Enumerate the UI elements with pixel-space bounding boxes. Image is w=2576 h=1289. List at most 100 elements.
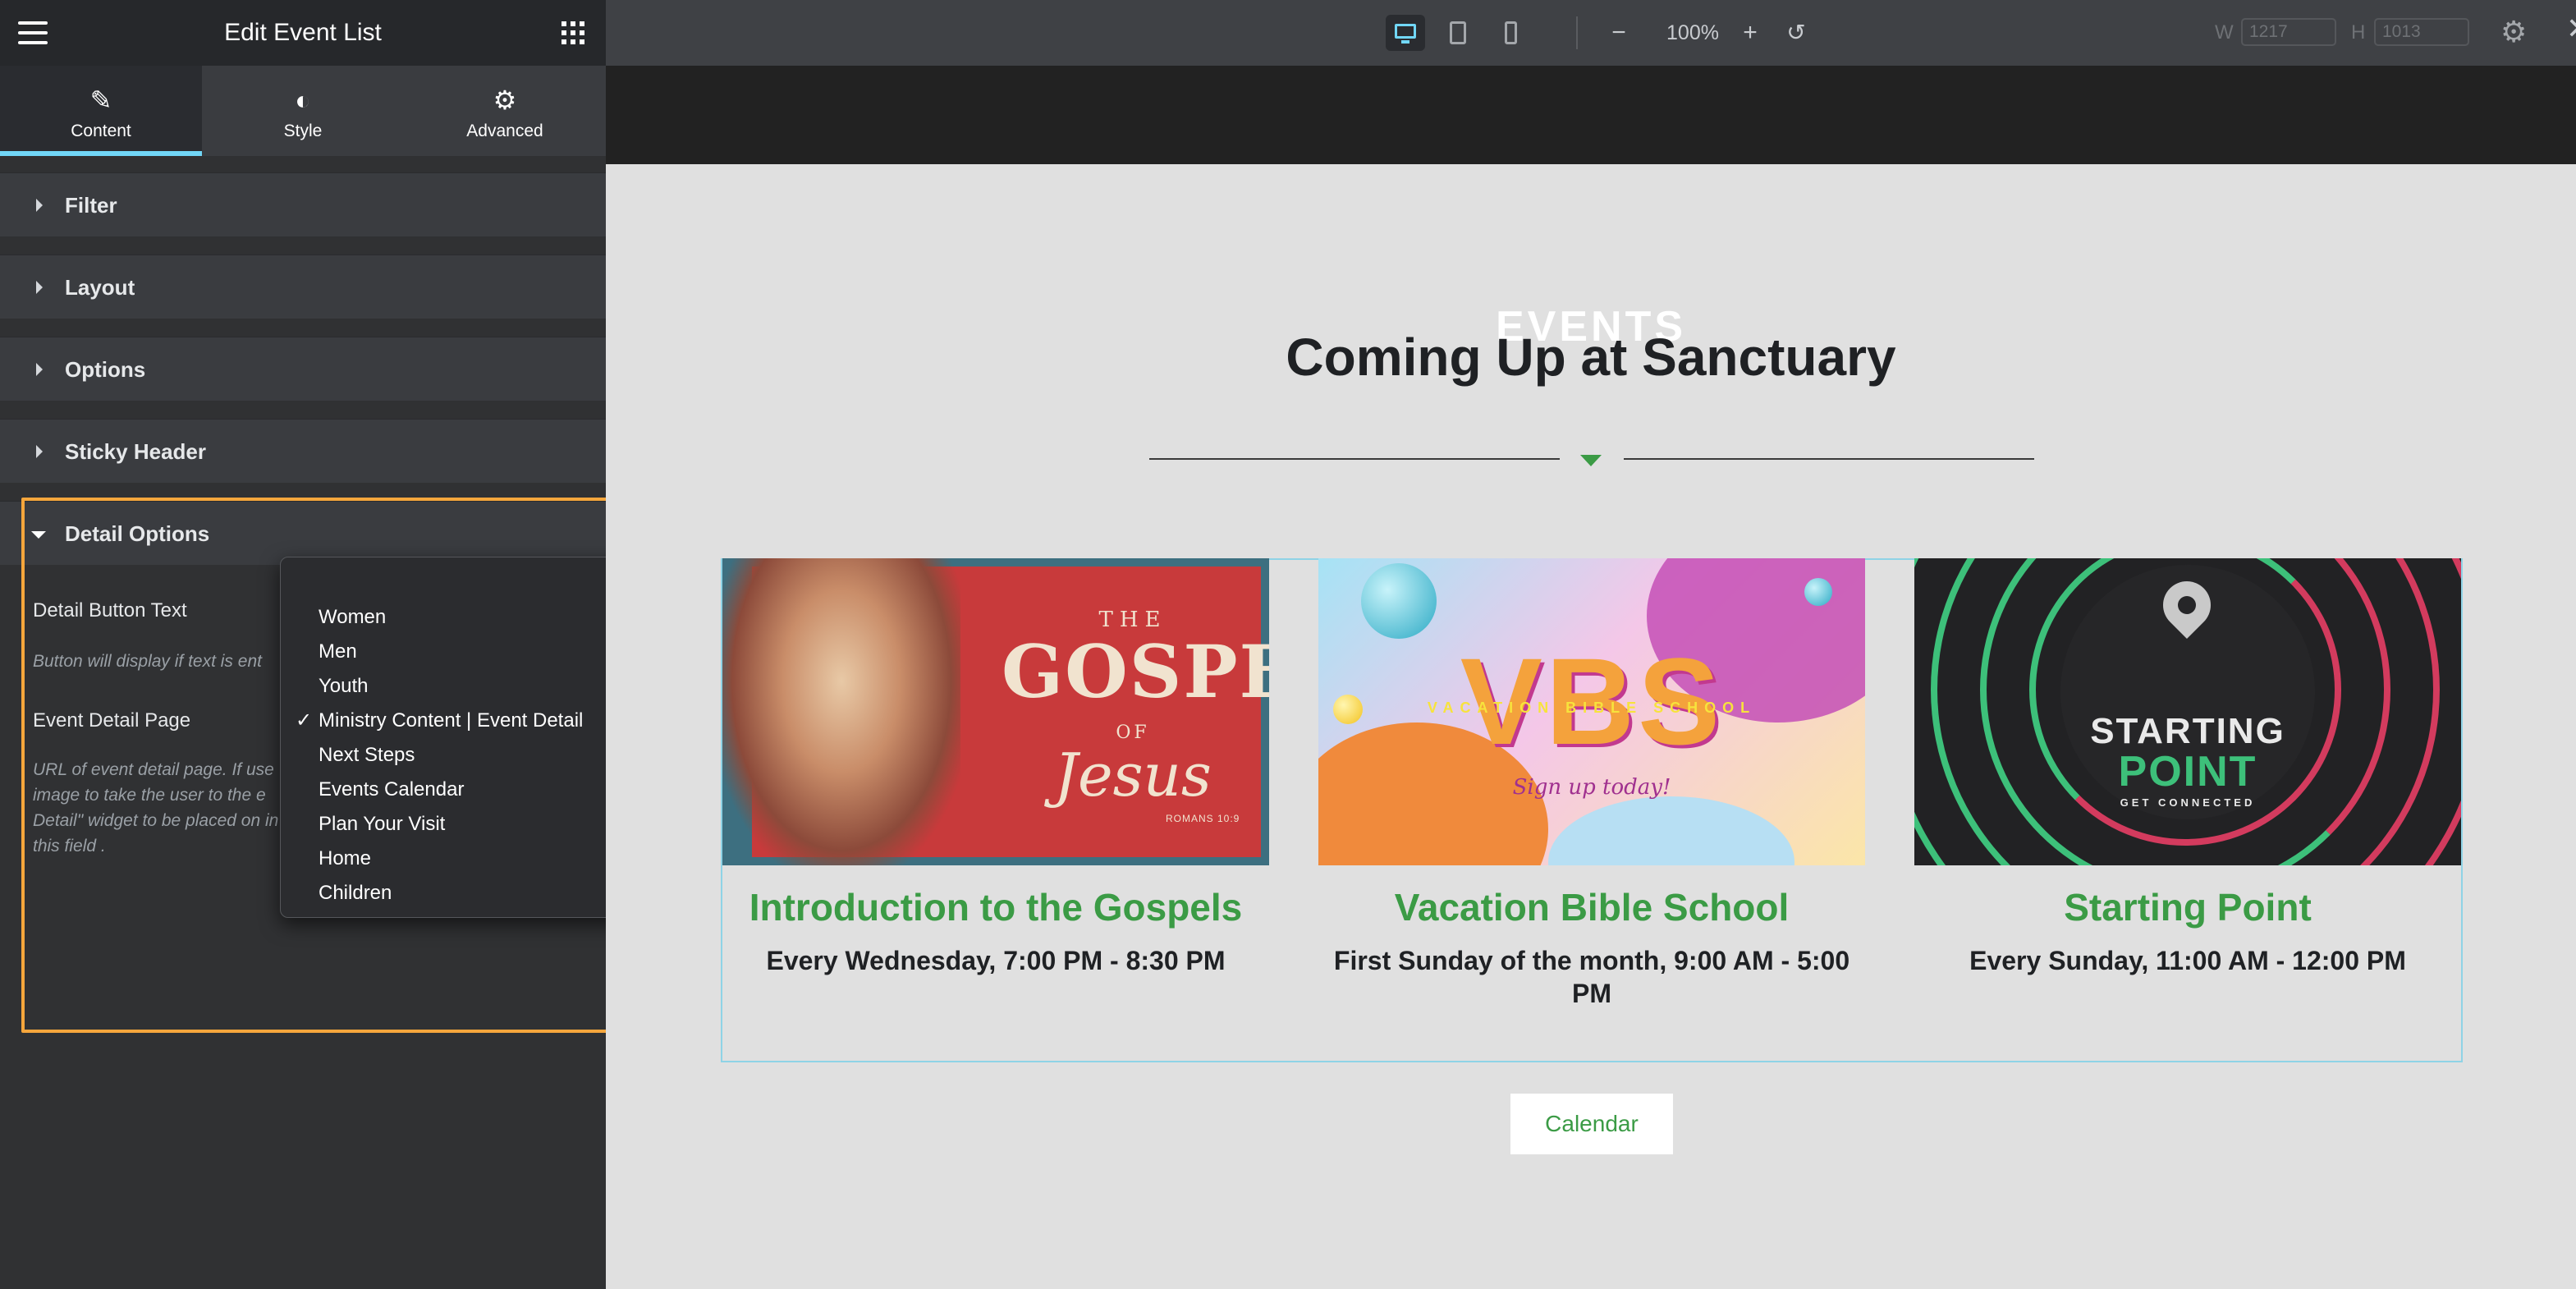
event-date: Every Sunday, 11:00 AM - 12:00 PM [1969, 946, 2406, 975]
half-circle-icon: ◐ [295, 85, 311, 115]
event-card[interactable]: VBS VACATION BIBLE SCHOOL Sign up today!… [1318, 558, 1865, 1010]
section-heading: Coming Up at Sanctuary [1286, 328, 1896, 387]
event-image-vbs[interactable]: VBS VACATION BIBLE SCHOOL Sign up today! [1318, 558, 1865, 865]
dropdown-option-youth[interactable]: Youth [281, 669, 627, 704]
tab-content[interactable]: ✎ Content [0, 66, 202, 156]
caret-right-icon [36, 363, 43, 376]
gear-icon: ⚙ [493, 85, 517, 115]
tab-advanced-label: Advanced [466, 122, 543, 140]
zoom-level: 100% [1666, 21, 1719, 44]
image-text: Sign up today! [1512, 775, 1671, 800]
tab-style-label: Style [283, 122, 323, 140]
width-label: W [2215, 21, 2234, 44]
event-card[interactable]: THE GOSPEL OF Jesus ROMANS 10:9 Introduc… [722, 558, 1269, 977]
image-text: Jesus [1054, 741, 1212, 810]
event-card[interactable]: STARTING POINT GET CONNECTED Starting Po… [1914, 558, 2461, 977]
height-input[interactable] [2374, 18, 2469, 46]
zoom-out-button[interactable]: − [1602, 13, 1635, 53]
panel-tabs: ✎ Content ◐ Style ⚙ Advanced [0, 66, 606, 156]
option-label: Events Calendar [319, 778, 465, 800]
event-date: Every Wednesday, 7:00 PM - 8:30 PM [766, 946, 1226, 975]
dropdown-option-ministry-content[interactable]: ✓ Ministry Content | Event Detail [281, 704, 627, 738]
toolbar-divider [1576, 16, 1578, 49]
mobile-icon [1505, 21, 1517, 44]
mobile-view-button[interactable] [1491, 15, 1530, 51]
option-label: Ministry Content | Event Detail [319, 709, 584, 732]
image-text: VACATION BIBLE SCHOOL [1427, 700, 1757, 716]
tablet-view-button[interactable] [1438, 15, 1478, 51]
detail-button-text-desc: Button will display if text is ent [33, 652, 262, 671]
section-detail-options-label: Detail Options [65, 521, 210, 546]
reset-zoom-button[interactable]: ↺ [1780, 13, 1813, 53]
option-label: Home [319, 847, 372, 869]
responsive-toolbar: − 100% + ↺ W H ⚙ ✕ [606, 0, 2576, 66]
page-preview-canvas: EVENTS Coming Up at Sanctuary THE GOSPEL… [606, 66, 2576, 1289]
section-options[interactable]: Options [0, 337, 606, 401]
divider-line-left [1149, 458, 1560, 460]
section-sticky-header-label: Sticky Header [65, 439, 206, 464]
option-label: Women [319, 606, 387, 628]
desktop-icon [1395, 24, 1416, 44]
section-filter[interactable]: Filter [0, 172, 606, 236]
divider-line-right [1624, 458, 2034, 460]
calendar-button[interactable]: Calendar [1510, 1094, 1673, 1154]
option-label: Children [319, 882, 392, 904]
dropdown-option-events-calendar[interactable]: Events Calendar [281, 773, 627, 807]
option-label: Men [319, 640, 357, 663]
tab-style[interactable]: ◐ Style [202, 66, 404, 156]
section-detail-options[interactable]: Detail Options [0, 501, 606, 565]
dropdown-option-children[interactable]: Children [281, 876, 627, 911]
checkmark-icon: ✓ [296, 709, 313, 732]
section-sticky-header[interactable]: Sticky Header [0, 419, 606, 483]
site-header-bar [606, 66, 2576, 164]
tab-advanced[interactable]: ⚙ Advanced [404, 66, 606, 156]
event-detail-page-dropdown[interactable]: Women Men Youth ✓ Ministry Content | Even… [280, 557, 628, 918]
event-date: First Sunday of the month, 9:00 AM - 5:0… [1333, 946, 1850, 1008]
decorative-shape [1548, 796, 1794, 865]
decorative-ball [1804, 578, 1832, 606]
event-title[interactable]: Vacation Bible School [1318, 885, 1865, 929]
jesus-portrait-illustration [722, 558, 960, 865]
event-title[interactable]: Introduction to the Gospels [722, 885, 1269, 929]
detail-button-text-label: Detail Button Text [33, 599, 187, 622]
option-label: Plan Your Visit [319, 813, 446, 835]
decorative-ball [1361, 563, 1437, 639]
caret-right-icon [36, 445, 43, 458]
close-icon[interactable]: ✕ [2566, 11, 2576, 46]
settings-gear-icon[interactable]: ⚙ [2500, 15, 2527, 49]
desktop-view-button[interactable] [1386, 15, 1425, 51]
section-layout[interactable]: Layout [0, 255, 606, 319]
caret-right-icon [36, 199, 43, 212]
dropdown-option-home[interactable]: Home [281, 842, 627, 876]
section-layout-label: Layout [65, 275, 135, 300]
dropdown-option-next-steps[interactable]: Next Steps [281, 738, 627, 773]
image-text: GET CONNECTED [2120, 796, 2256, 809]
pencil-icon: ✎ [89, 85, 112, 115]
dropdown-option-men[interactable]: Men [281, 635, 627, 669]
width-input[interactable] [2241, 18, 2336, 46]
event-image-gospel[interactable]: THE GOSPEL OF Jesus ROMANS 10:9 [722, 558, 1269, 865]
caret-right-icon [36, 281, 43, 294]
location-pin-hole [2178, 596, 2196, 614]
event-detail-page-desc: URL of event detail page. If use image t… [33, 760, 279, 856]
option-label: Next Steps [319, 744, 415, 766]
zoom-in-button[interactable]: + [1734, 13, 1767, 53]
event-detail-page-label: Event Detail Page [33, 709, 191, 732]
divider-arrow-icon [1580, 455, 1602, 466]
panel-title: Edit Event List [224, 19, 382, 46]
event-image-starting-point[interactable]: STARTING POINT GET CONNECTED [1914, 558, 2461, 865]
widgets-grid-icon[interactable] [561, 21, 584, 44]
option-label: Youth [319, 675, 369, 697]
section-options-label: Options [65, 357, 146, 382]
dropdown-option-plan-your-visit[interactable]: Plan Your Visit [281, 807, 627, 842]
dropdown-option-women[interactable]: Women [281, 600, 627, 635]
tab-content-label: Content [71, 122, 131, 140]
tablet-icon [1450, 21, 1466, 44]
image-text: ROMANS 10:9 [1166, 813, 1240, 824]
event-title[interactable]: Starting Point [1914, 885, 2461, 929]
image-text: STARTING [2090, 711, 2285, 751]
image-text: GOSPEL [1002, 629, 1269, 714]
image-text: POINT [2118, 748, 2257, 796]
section-filter-label: Filter [65, 193, 117, 218]
caret-down-icon [31, 531, 46, 539]
